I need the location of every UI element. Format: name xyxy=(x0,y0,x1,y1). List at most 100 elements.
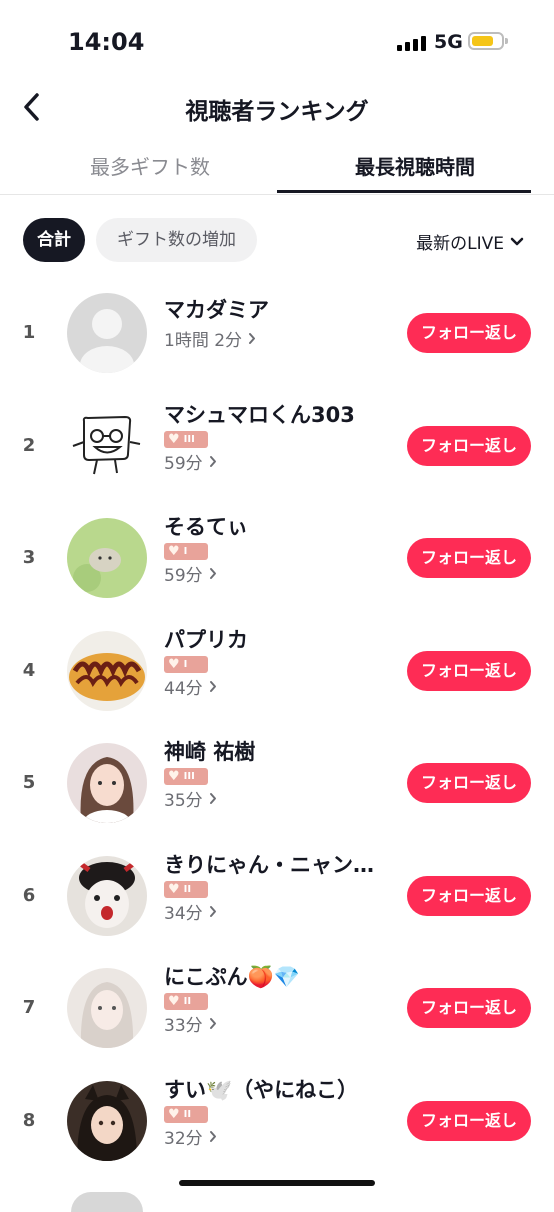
badge-level: II xyxy=(183,996,192,1007)
page-title: 視聴者ランキング xyxy=(185,99,369,125)
heart-icon: ♥ xyxy=(168,994,180,1009)
viewer-name: パプリカ xyxy=(164,628,248,652)
viewer-name: そるてぃ xyxy=(164,515,248,539)
viewer-name: きりにゃん・ニャン… xyxy=(164,853,374,877)
rank-number: 6 xyxy=(22,885,36,906)
fan-level-badge: ♥ III xyxy=(164,768,208,785)
list-item[interactable]: 2 マシュマロくん303 ♥ III 59分 フォロー返し xyxy=(0,391,554,503)
avatar[interactable] xyxy=(67,743,147,823)
viewer-name: マカダミア xyxy=(164,298,269,322)
duration-text: 32分 xyxy=(164,1129,203,1149)
rank-number: 2 xyxy=(22,435,36,456)
fan-level-badge: ♥ II xyxy=(164,1106,208,1123)
avatar[interactable] xyxy=(67,293,147,373)
list-item[interactable]: 6 きりにゃん・ニャン… ♥ II 34分 フォロー返し xyxy=(0,841,554,953)
avatar[interactable] xyxy=(67,631,147,711)
duration-text: 34分 xyxy=(164,904,203,924)
follow-back-button[interactable]: フォロー返し xyxy=(407,876,531,916)
watch-duration[interactable]: 33分 xyxy=(164,1011,217,1036)
badge-level: III xyxy=(183,434,195,445)
tab-longest-watch[interactable]: 最長視聴時間 xyxy=(277,151,553,180)
chevron-right-icon xyxy=(209,1018,216,1029)
list-item[interactable]: 7 にこぷん🍑💎 ♥ II 33分 フォロー返し xyxy=(0,953,554,1065)
follow-back-button[interactable]: フォロー返し xyxy=(407,1101,531,1141)
fan-level-badge: ♥ II xyxy=(164,993,208,1010)
avatar[interactable] xyxy=(67,1081,147,1161)
viewer-name: 神崎 祐樹 xyxy=(164,740,256,764)
home-indicator xyxy=(179,1180,375,1186)
follow-back-button[interactable]: フォロー返し xyxy=(407,538,531,578)
rank-number: 1 xyxy=(22,322,36,343)
viewer-name: にこぷん🍑💎 xyxy=(164,965,300,989)
duration-text: 1時間 2分 xyxy=(164,331,243,351)
follow-back-button[interactable]: フォロー返し xyxy=(407,426,531,466)
sort-dropdown[interactable]: 最新のLIVE xyxy=(416,229,524,254)
duration-text: 59分 xyxy=(164,454,203,474)
filter-chip-gift-increase[interactable]: ギフト数の増加 xyxy=(96,218,257,262)
avatar[interactable] xyxy=(67,856,147,936)
rank-number: 8 xyxy=(22,1110,36,1131)
list-item[interactable]: 5 神崎 祐樹 ♥ III 35分 フォロー返し xyxy=(0,728,554,840)
avatar[interactable] xyxy=(67,406,147,486)
fan-level-badge: ♥ I xyxy=(164,656,208,673)
duration-text: 44分 xyxy=(164,679,203,699)
tab-indicator xyxy=(277,190,531,193)
watch-duration[interactable]: 44分 xyxy=(164,674,217,699)
list-item[interactable]: 3 そるてぃ ♥ I 59分 フォロー返し xyxy=(0,503,554,615)
heart-icon: ♥ xyxy=(168,657,180,672)
badge-level: II xyxy=(183,884,192,895)
chevron-right-icon xyxy=(209,681,216,692)
chevron-right-icon xyxy=(209,456,216,467)
watch-duration[interactable]: 34分 xyxy=(164,899,217,924)
rank-number: 3 xyxy=(22,547,36,568)
network-label: 5G xyxy=(434,31,463,53)
watch-duration[interactable]: 59分 xyxy=(164,561,217,586)
filter-chip-total[interactable]: 合計 xyxy=(23,218,85,262)
badge-level: I xyxy=(183,659,188,670)
heart-icon: ♥ xyxy=(168,544,180,559)
follow-back-button[interactable]: フォロー返し xyxy=(407,313,531,353)
status-bar: 14:04 5G xyxy=(0,0,554,80)
status-time: 14:04 xyxy=(68,28,145,56)
follow-back-button[interactable]: フォロー返し xyxy=(407,988,531,1028)
watch-duration[interactable]: 32分 xyxy=(164,1124,217,1149)
badge-level: I xyxy=(183,546,188,557)
chevron-right-icon xyxy=(209,906,216,917)
list-item[interactable]: 1 マカダミア 1時間 2分 フォロー返し xyxy=(0,278,554,390)
rank-number: 7 xyxy=(22,997,36,1018)
follow-back-button[interactable]: フォロー返し xyxy=(407,651,531,691)
tab-most-gifts[interactable]: 最多ギフト数 xyxy=(12,151,288,180)
follow-back-button[interactable]: フォロー返し xyxy=(407,763,531,803)
fan-level-badge: ♥ III xyxy=(164,431,208,448)
fan-level-badge: ♥ II xyxy=(164,881,208,898)
list-item[interactable]: 8 すい🕊️（やにねこ） ♥ II 32分 フォロー返し xyxy=(0,1066,554,1178)
avatar[interactable] xyxy=(67,968,147,1048)
badge-level: II xyxy=(183,1109,192,1120)
heart-icon: ♥ xyxy=(168,432,180,447)
chevron-down-icon xyxy=(510,237,524,245)
fan-level-badge: ♥ I xyxy=(164,543,208,560)
badge-level: III xyxy=(183,771,195,782)
chevron-right-icon xyxy=(209,793,216,804)
chevron-right-icon xyxy=(249,333,256,344)
viewer-name: すい🕊️（やにねこ） xyxy=(164,1078,359,1102)
avatar xyxy=(71,1192,143,1212)
watch-duration[interactable]: 1時間 2分 xyxy=(164,326,256,351)
heart-icon: ♥ xyxy=(168,769,180,784)
heart-icon: ♥ xyxy=(168,882,180,897)
signal-icon xyxy=(397,36,426,51)
watch-duration[interactable]: 35分 xyxy=(164,786,217,811)
chevron-right-icon xyxy=(209,568,216,579)
watch-duration[interactable]: 59分 xyxy=(164,449,217,474)
list-item[interactable]: 4 パプリカ ♥ I 44分 フォロー返し xyxy=(0,616,554,728)
sort-label: 最新のLIVE xyxy=(416,234,504,254)
rank-number: 4 xyxy=(22,660,36,681)
avatar[interactable] xyxy=(67,518,147,598)
viewer-name: マシュマロくん303 xyxy=(164,403,355,427)
divider xyxy=(0,194,554,195)
rank-number: 5 xyxy=(22,772,36,793)
duration-text: 35分 xyxy=(164,791,203,811)
battery-icon xyxy=(468,32,508,50)
duration-text: 33分 xyxy=(164,1016,203,1036)
chevron-right-icon xyxy=(209,1131,216,1142)
